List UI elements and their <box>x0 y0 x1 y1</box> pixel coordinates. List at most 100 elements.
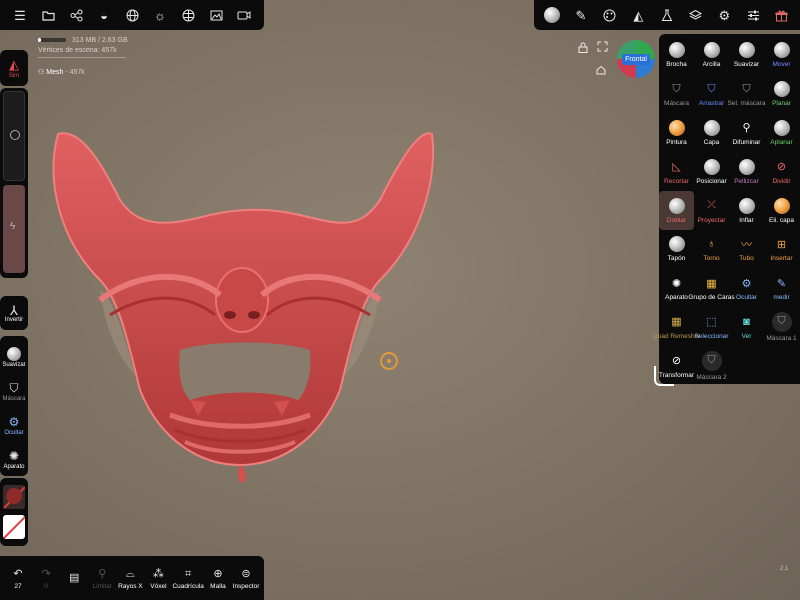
left-tool-mask[interactable]: ⛉ Máscara <box>0 374 28 408</box>
color-swatch[interactable] <box>3 485 25 509</box>
tool-aplanar[interactable]: Aplanar <box>764 114 799 153</box>
material-swatch[interactable] <box>3 515 25 539</box>
tool-posicionar[interactable]: Posicionar <box>694 152 729 191</box>
home-icon[interactable] <box>596 65 606 78</box>
left-tool-gizmo[interactable]: ✺ Aparato <box>0 442 28 476</box>
tool-dividir[interactable]: ⊘ Dividir <box>764 152 799 191</box>
stats-divider <box>38 57 126 58</box>
radius-slider-thumb[interactable] <box>10 130 20 140</box>
brush-sphere-icon <box>773 42 790 59</box>
tool-doblar[interactable]: Doblar <box>659 191 694 230</box>
mesh-label[interactable]: ⚇ Mesh - 457k <box>38 68 85 76</box>
tool-grupo-de-caras[interactable]: ▦ Grupo de Caras <box>688 269 734 308</box>
symmetry-panel[interactable]: ◭ Sim <box>0 50 28 86</box>
tool-difuminar[interactable]: ⚲ Difuminar <box>729 114 764 153</box>
image-icon[interactable] <box>202 0 230 30</box>
view-gizmo-label[interactable]: Frontal <box>622 53 650 65</box>
tool-label: Seleccionar <box>694 332 729 340</box>
tool-arcilla[interactable]: Arcilla <box>694 36 729 75</box>
tool-label: Arcilla <box>702 61 721 69</box>
tool-quad-remesher[interactable]: ▦ Quad Remesher <box>653 308 701 347</box>
folder-icon[interactable] <box>34 0 62 30</box>
tool-tapon[interactable]: Tapón <box>659 230 694 269</box>
undo-button[interactable]: ↶ 27 <box>4 556 32 600</box>
radius-slider[interactable] <box>3 91 25 181</box>
triangle-icon[interactable]: ◭ <box>624 0 653 30</box>
tool-torno[interactable]: ♁ Torno <box>694 230 729 269</box>
split-icon: ⊘ <box>776 161 787 174</box>
gift-icon[interactable] <box>767 0 796 30</box>
tool-insertar[interactable]: ⊞ Insertar <box>764 230 799 269</box>
tool-ocultar[interactable]: ⚙ Ocultar <box>729 269 764 308</box>
redo-button[interactable]: ↷ 0 <box>32 556 60 600</box>
tool-planar[interactable]: Planar <box>764 75 799 114</box>
gear-icon[interactable]: ⚙ <box>710 0 739 30</box>
panel-resize-handle[interactable] <box>654 366 674 386</box>
globe-icon[interactable] <box>118 0 146 30</box>
tool-inflar[interactable]: Inflar <box>729 191 764 230</box>
tool-label: Tapón <box>667 255 686 263</box>
tool-eli-capa[interactable]: Eli. capa <box>764 191 799 230</box>
inspector-button[interactable]: ⊜ Inspector <box>232 556 260 600</box>
tool-proyectar[interactable]: ⤫ Proyectar <box>694 191 729 230</box>
brush-sphere-icon[interactable] <box>538 0 567 30</box>
wireframe-label: Malla <box>210 582 226 590</box>
tool-label: Insertar <box>770 255 793 263</box>
tool-mover[interactable]: Mover <box>764 36 799 75</box>
left-tool-smooth[interactable]: Suavizar <box>0 340 28 374</box>
tool-pellizcar[interactable]: Pellizcar <box>729 152 764 191</box>
tool-aparato[interactable]: ✺ Aparato <box>659 269 694 308</box>
tool-recortar[interactable]: ◺ Recortar <box>659 152 694 191</box>
tool-mascara-2[interactable]: ⛉ Máscara 2 <box>694 346 729 385</box>
tool-seleccionar[interactable]: ⬚ Seleccionar <box>694 308 729 347</box>
paint-swatches <box>0 478 28 546</box>
disabled-slash <box>3 515 25 539</box>
invert-button[interactable]: ⅄ Invertir <box>0 296 28 330</box>
sun-icon[interactable]: ☼ <box>146 0 174 30</box>
sculpt-icon[interactable]: ◒ <box>90 0 118 30</box>
tool-arrastrar[interactable]: ⛉ Arrastrar <box>694 75 729 114</box>
tool-sel-mascara[interactable]: ⛉ Sel. máscara <box>728 75 766 114</box>
undo-icon: ↶ <box>13 568 23 580</box>
globe-grid-icon[interactable] <box>174 0 202 30</box>
xray-button[interactable]: ⌓ Rayos X <box>116 556 144 600</box>
brush-sphere-icon <box>738 158 755 175</box>
tool-capa[interactable]: Capa <box>694 114 729 153</box>
camera-icon[interactable] <box>230 0 258 30</box>
lock-icon[interactable] <box>578 42 588 56</box>
history-button[interactable]: ▤ <box>60 556 88 600</box>
tool-medir[interactable]: ✎ medir <box>764 269 799 308</box>
vertex-count: Vértices de escena: 457k <box>38 47 117 54</box>
tool-label: Doblar <box>666 216 687 224</box>
frame-icon[interactable] <box>597 41 608 55</box>
tool-pintura[interactable]: Pintura <box>659 114 694 153</box>
intensity-slider[interactable]: ϟ <box>3 185 25 273</box>
menu-icon[interactable]: ☰ <box>6 0 34 30</box>
tool-suavizar[interactable]: Suavizar <box>729 36 764 75</box>
layers-icon[interactable] <box>681 0 710 30</box>
version-label: 2.1 <box>780 566 789 572</box>
tool-tubo[interactable]: 〰 Tubo <box>729 230 764 269</box>
tool-mascara-1[interactable]: ⛉ Máscara 1 <box>764 308 799 347</box>
sliders-icon[interactable] <box>739 0 768 30</box>
pen-icon[interactable]: ✎ <box>567 0 596 30</box>
brush-cursor <box>380 352 398 370</box>
camera-icon: ◙ <box>743 315 750 328</box>
palette-icon[interactable] <box>595 0 624 30</box>
left-tool-hide[interactable]: ⚙ Ocultar <box>0 408 28 442</box>
tool-mascara[interactable]: ⛉ Máscara <box>659 75 694 114</box>
wireframe-button[interactable]: ⊕ Malla <box>204 556 232 600</box>
scene-graph-icon[interactable] <box>62 0 90 30</box>
grid-button[interactable]: ⌗ Cuadrícula <box>172 556 203 600</box>
voxel-button[interactable]: ⁂ Vóxel <box>144 556 172 600</box>
view-gizmo[interactable]: Frontal <box>617 40 655 78</box>
tool-ver[interactable]: ◙ Ver <box>729 308 764 347</box>
tool-label: Máscara 1 <box>766 334 797 342</box>
book-icon: ▤ <box>68 571 80 584</box>
flask-icon[interactable] <box>653 0 682 30</box>
limit-button[interactable]: ⚲ Limitar <box>88 556 116 600</box>
tool-brocha[interactable]: Brocha <box>659 36 694 75</box>
voxel-label: Vóxel <box>150 582 167 590</box>
tool-label: Suavizar <box>733 61 760 69</box>
brush-sliders: ϟ <box>0 88 28 278</box>
